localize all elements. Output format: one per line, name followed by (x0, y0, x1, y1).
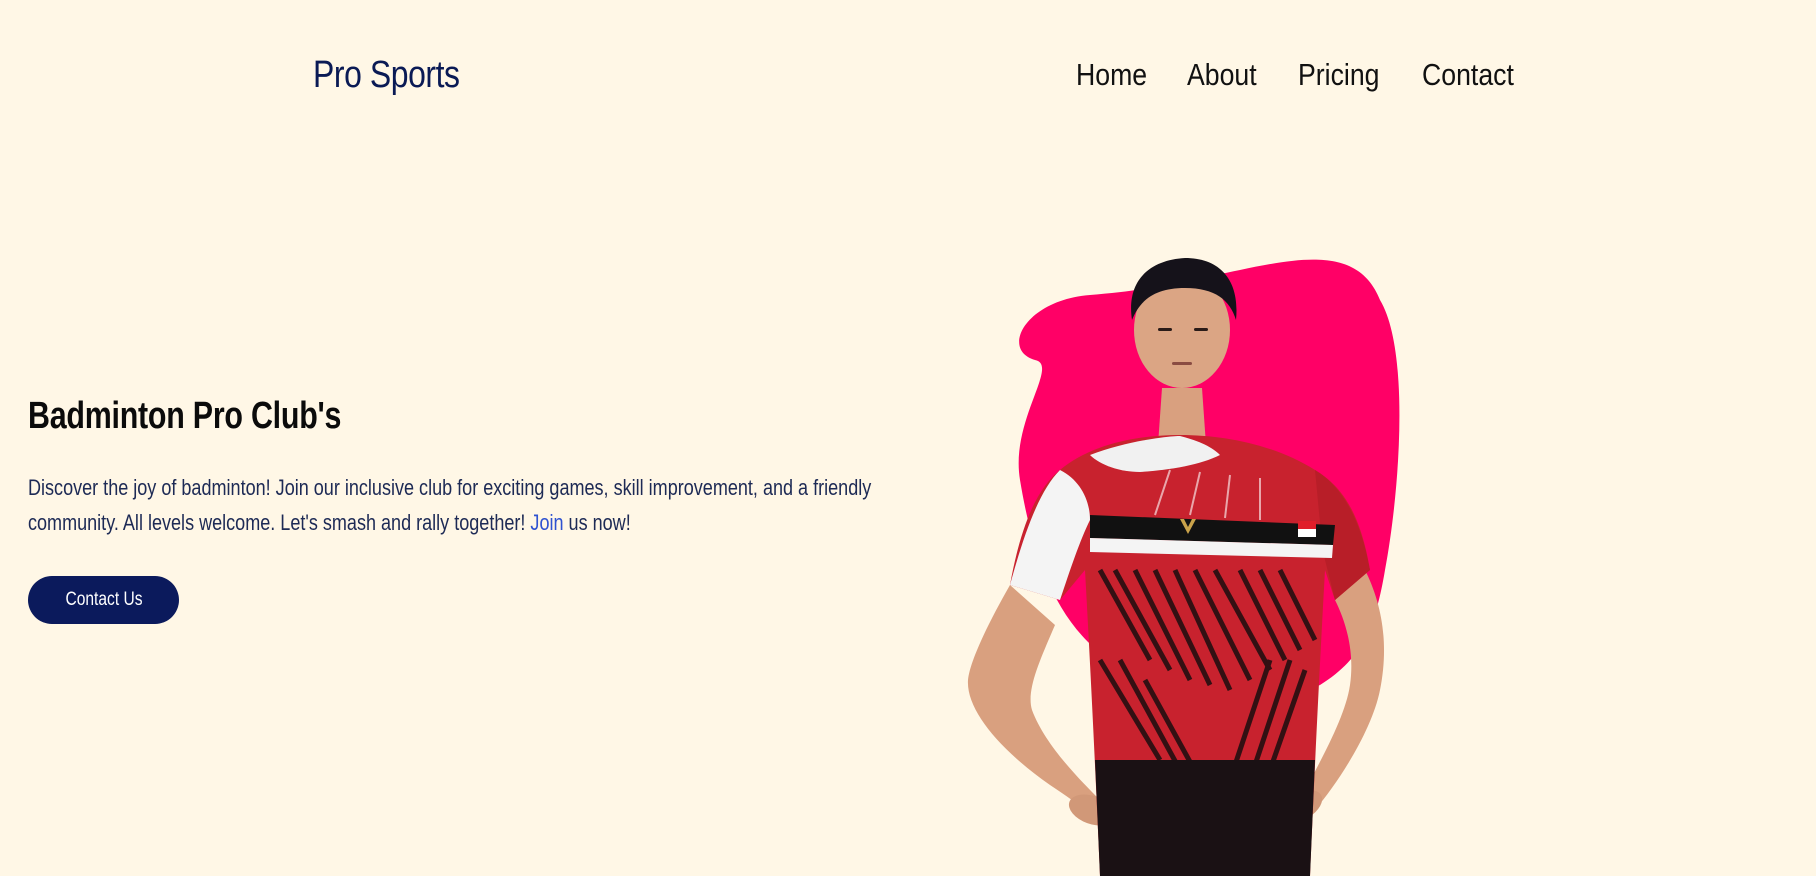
hero-description: Discover the joy of badminton! Join our … (28, 470, 881, 540)
contact-us-button[interactable]: Contact Us (28, 576, 179, 624)
contact-us-button-label: Contact Us (64, 589, 143, 610)
nav-contact-link[interactable]: Contact (1422, 57, 1514, 93)
nav-home-link[interactable]: Home (1076, 57, 1147, 93)
hero-player-image (940, 240, 1500, 876)
nav-pricing-link[interactable]: Pricing (1298, 57, 1379, 93)
hero-description-text: Discover the joy of badminton! Join our … (28, 475, 872, 535)
nav-about-link[interactable]: About (1187, 57, 1257, 93)
player-illustration (967, 258, 1400, 876)
join-link[interactable]: Join (530, 510, 563, 535)
site-logo[interactable]: Pro Sports (313, 54, 460, 97)
hero-description-end: us now! (563, 510, 631, 535)
hero-title: Badminton Pro Club's (28, 395, 342, 437)
